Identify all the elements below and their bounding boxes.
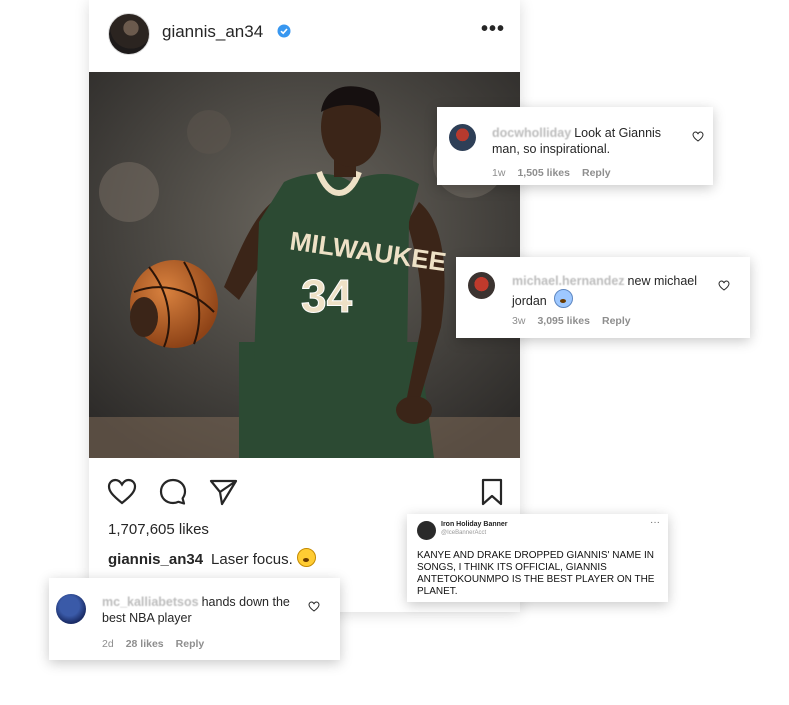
tweet-name[interactable]: Iron Holiday Banner	[441, 521, 508, 528]
comment-age: 2d	[102, 638, 114, 650]
comment-meta: 3w 3,095 likes Reply	[512, 315, 643, 327]
comment-age: 1w	[492, 167, 506, 179]
reply-button[interactable]: Reply	[602, 315, 631, 327]
comment-username[interactable]: mc_kalliabetsos	[102, 595, 199, 609]
caption-username[interactable]: giannis_an34	[108, 551, 203, 568]
screaming-face-emoji-icon	[554, 289, 574, 308]
more-options-button[interactable]: •••	[481, 18, 505, 41]
comment-card: docwholliday Look at Giannis man, so insp…	[437, 107, 713, 185]
avatar[interactable]	[449, 124, 476, 151]
post-caption: giannis_an34 Laser focus.	[108, 548, 316, 568]
like-count[interactable]: 1,707,605 likes	[108, 521, 209, 538]
comment-body: mc_kalliabetsos hands down the best NBA p…	[102, 594, 302, 626]
caption-text: Laser focus.	[211, 551, 293, 568]
comment-body: michael.hernandez new michael jordan	[512, 273, 712, 309]
heart-icon[interactable]	[106, 476, 138, 508]
comment-card: michael.hernandez new michael jordan 3w 3,…	[456, 257, 750, 338]
avatar[interactable]	[417, 521, 436, 540]
share-icon[interactable]	[207, 476, 239, 508]
post-header: giannis_an34 •••	[89, 0, 520, 70]
tweet-handle[interactable]: @IceBannerAcct	[441, 530, 486, 536]
post-actions	[89, 474, 520, 508]
tweet-card: Iron Holiday Banner @IceBannerAcct ··· K…	[407, 514, 668, 602]
heart-outline-icon[interactable]	[692, 131, 704, 142]
heart-outline-icon[interactable]	[718, 280, 730, 291]
comment-likes[interactable]: 28 likes	[126, 638, 164, 650]
upside-down-face-emoji-icon	[296, 548, 316, 567]
comment-username[interactable]: michael.hernandez	[512, 274, 625, 288]
comment-meta: 1w 1,505 likes Reply	[492, 167, 623, 179]
reply-button[interactable]: Reply	[176, 638, 205, 650]
jersey-number-text: 34	[301, 270, 353, 322]
heart-outline-icon[interactable]	[308, 601, 320, 612]
comment-meta: 2d 28 likes Reply	[102, 638, 216, 650]
post-username[interactable]: giannis_an34	[162, 22, 263, 42]
avatar[interactable]	[468, 272, 495, 299]
comment-username[interactable]: docwholliday	[492, 126, 571, 140]
avatar[interactable]	[108, 13, 150, 55]
comment-body: docwholliday Look at Giannis man, so insp…	[492, 125, 672, 157]
comment-icon[interactable]	[157, 476, 189, 508]
tweet-text: KANYE AND DRAKE DROPPED GIANNIS' NAME IN…	[417, 550, 655, 597]
verified-icon	[277, 24, 291, 38]
comment-card: mc_kalliabetsos hands down the best NBA p…	[49, 578, 340, 660]
tweet-more-button[interactable]: ···	[650, 517, 660, 528]
reply-button[interactable]: Reply	[582, 167, 611, 179]
comment-age: 3w	[512, 315, 526, 327]
avatar[interactable]	[56, 594, 86, 624]
comment-likes[interactable]: 1,505 likes	[517, 167, 570, 179]
comment-likes[interactable]: 3,095 likes	[537, 315, 590, 327]
bookmark-icon[interactable]	[476, 476, 508, 508]
